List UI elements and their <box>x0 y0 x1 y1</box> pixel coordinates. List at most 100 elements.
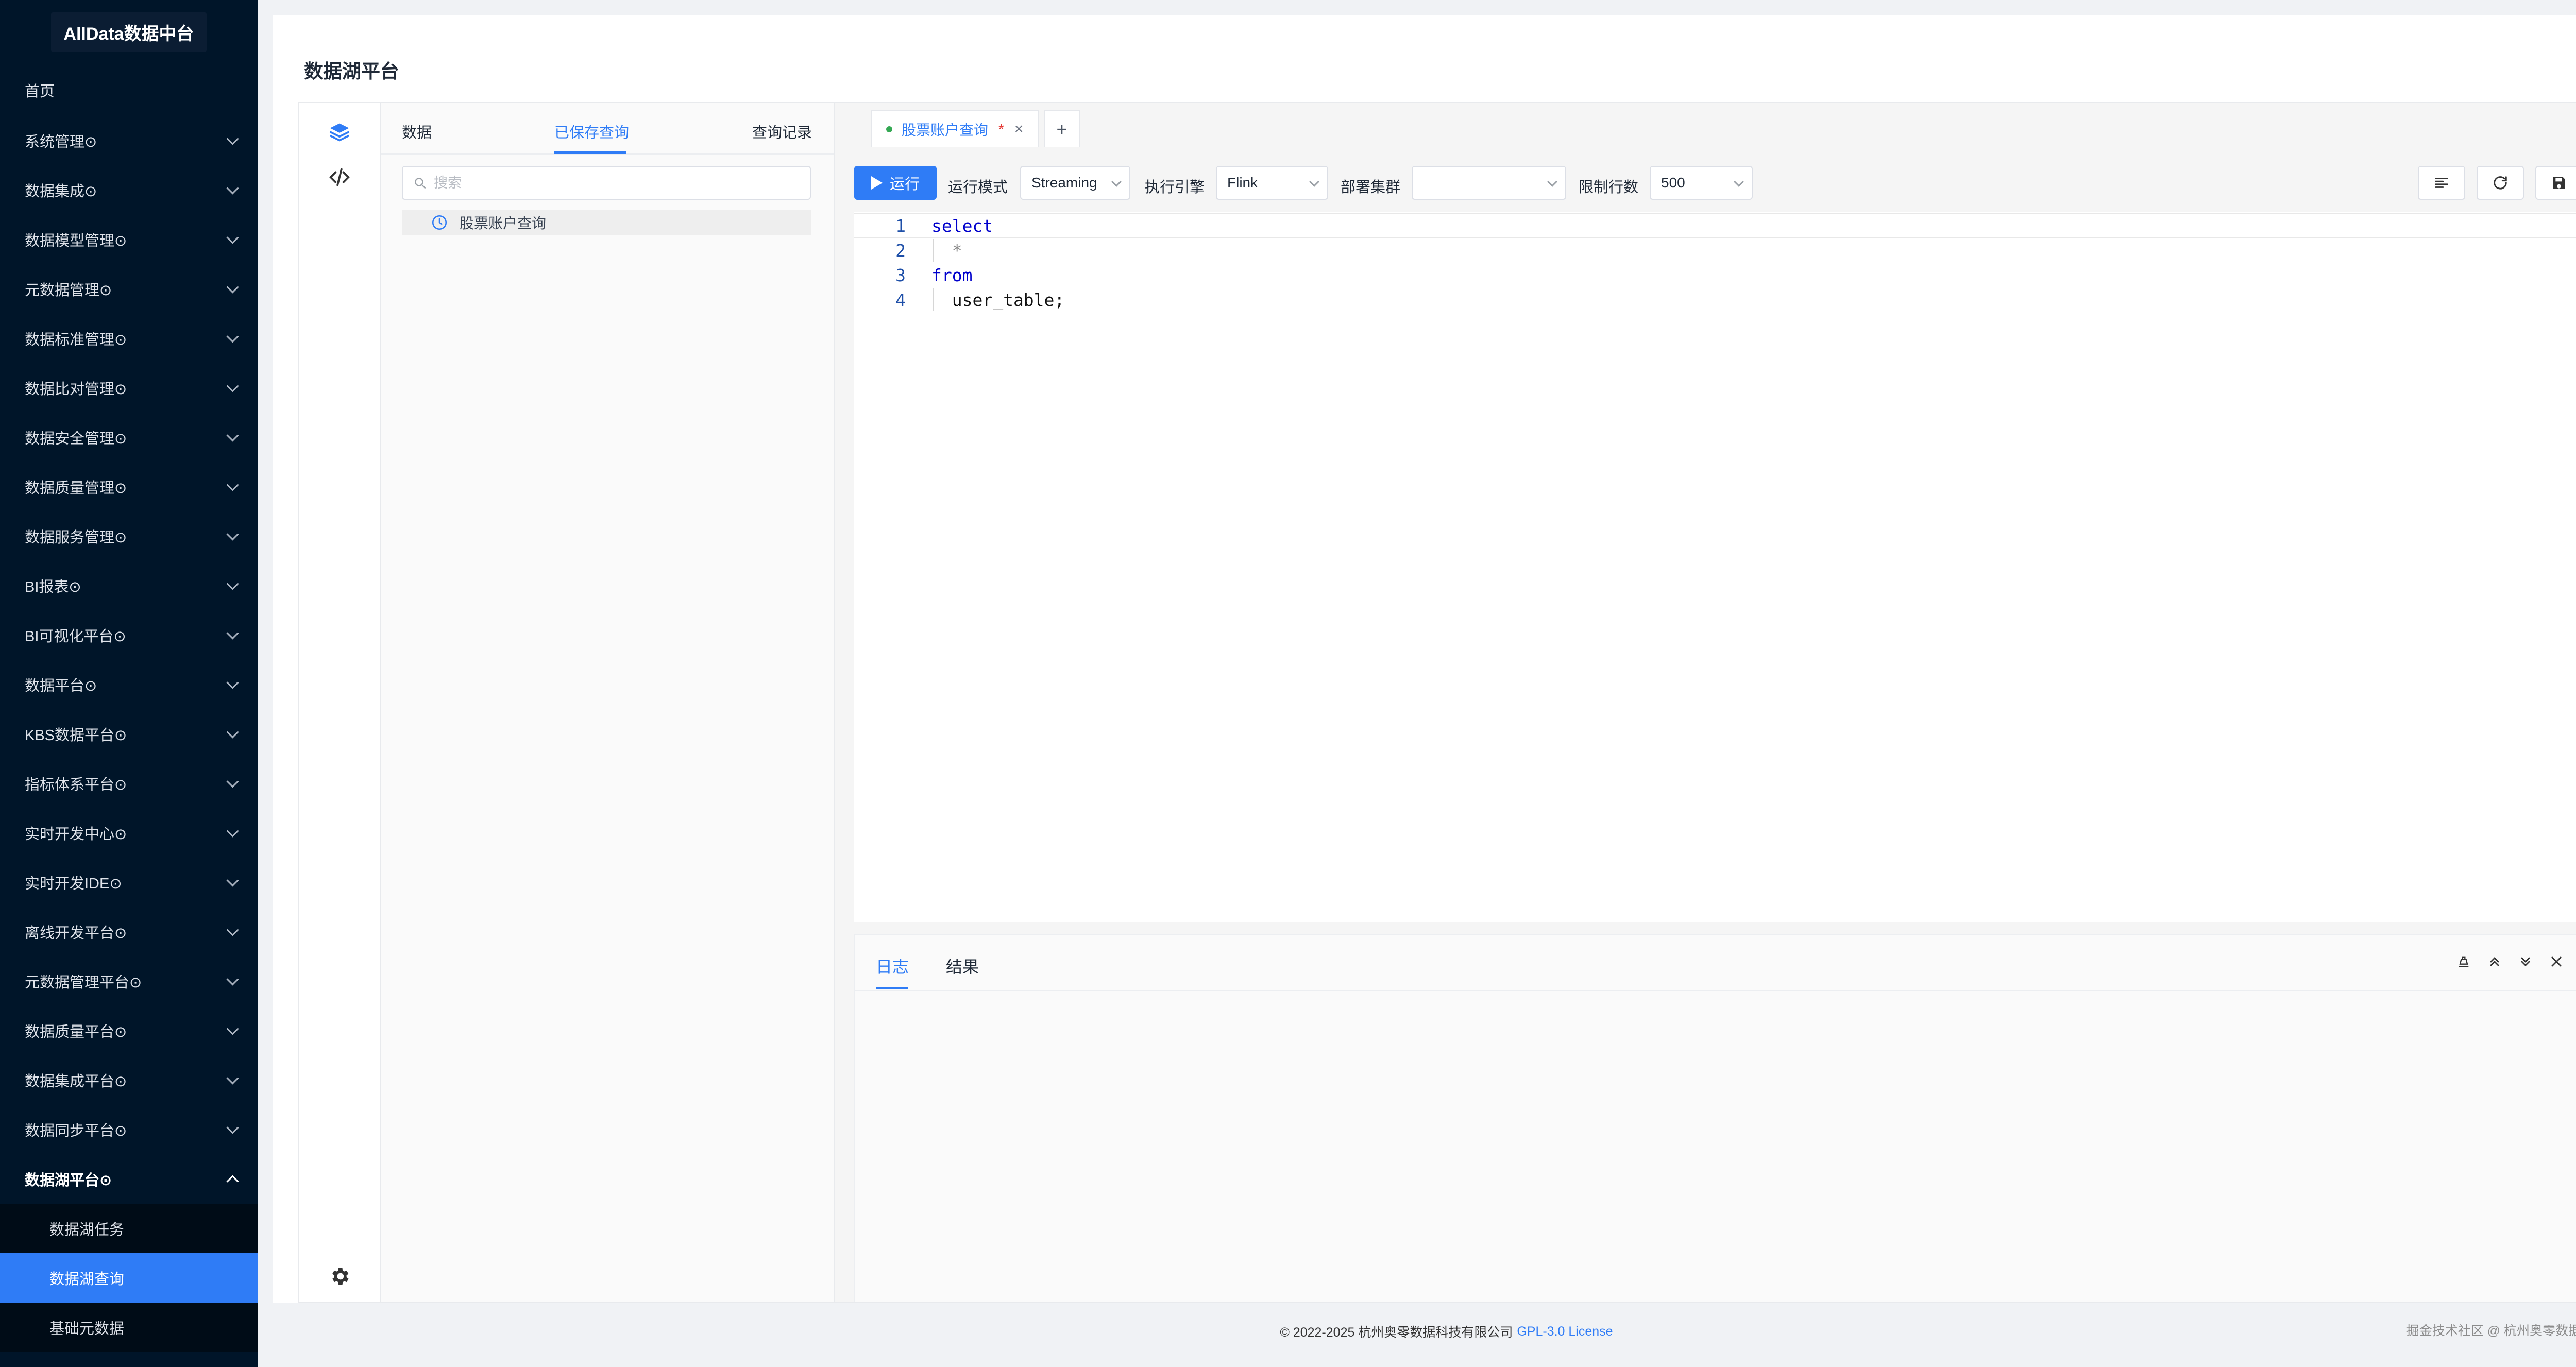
sidebar-item[interactable]: 数据比对管理⊙ <box>0 363 258 413</box>
output-panel: 日志 结果 <box>854 934 2576 1302</box>
chevron-down-icon <box>226 231 239 244</box>
search-input[interactable] <box>433 174 795 192</box>
sidebar-item[interactable]: 数据服务管理⊙ <box>0 511 258 561</box>
limit-select[interactable]: 500 <box>1650 166 1753 200</box>
chevron-down-icon <box>226 280 239 294</box>
tab-log[interactable]: 日志 <box>876 954 909 978</box>
chevron-down-icon <box>226 379 239 392</box>
sidebar-item[interactable]: 数据安全管理⊙ <box>0 413 258 462</box>
footer: © 2022-2025 杭州奥零数据科技有限公司 GPL-3.0 License <box>273 1308 2576 1355</box>
clear-log-icon[interactable] <box>2454 952 2473 971</box>
main-card: 数据湖平台 数据 已保存查询 查询记录 搜索 股票账户查询 股票账户查询 * ×… <box>273 15 2576 1303</box>
minimize-down-icon[interactable] <box>2516 952 2535 971</box>
sidebar-item-label: BI报表⊙ <box>25 579 81 595</box>
sidebar-item-label: 数据质量管理⊙ <box>25 480 127 497</box>
sidebar-item[interactable]: BI报表⊙ <box>0 561 258 610</box>
tab-result[interactable]: 结果 <box>946 954 979 978</box>
sidebar-item[interactable]: BI可视化平台⊙ <box>0 610 258 660</box>
sidebar-item[interactable]: 元数据管理⊙ <box>0 264 258 314</box>
chevron-down-icon <box>226 330 239 343</box>
sidebar-item-home[interactable]: 首页 <box>0 64 258 116</box>
query-workspace: 数据 已保存查询 查询记录 股票账户查询 股票账户查询 * × <box>298 102 2576 1303</box>
chevron-down-icon <box>226 478 239 491</box>
saved-query-item[interactable]: 股票账户查询 <box>402 210 811 235</box>
chevron-down-icon <box>1734 177 1744 187</box>
chevron-down-icon <box>226 1121 239 1134</box>
sidebar-item[interactable]: 指标体系平台⊙ <box>0 759 258 808</box>
sidebar-item[interactable]: 实时开发中心⊙ <box>0 808 258 858</box>
sidebar-item[interactable]: 系统管理⊙ <box>0 116 258 165</box>
sidebar-item-label: 数据安全管理⊙ <box>25 431 127 447</box>
tab-query-history[interactable]: 查询记录 <box>752 121 812 142</box>
mode-select[interactable]: Streaming <box>1020 166 1130 200</box>
sidebar-subitem[interactable]: 数据湖查询 <box>0 1253 258 1303</box>
status-dot <box>886 126 892 132</box>
copyright-text: © 2022-2025 杭州奥零数据科技有限公司 <box>1280 1325 1513 1340</box>
cluster-select[interactable] <box>1412 166 1566 200</box>
chevron-down-icon <box>226 923 239 936</box>
editor-tab-label: 股票账户查询 <box>902 122 989 138</box>
sidebar-item[interactable]: KBS数据平台⊙ <box>0 709 258 759</box>
chevron-down-icon <box>226 874 239 887</box>
maximize-up-icon[interactable] <box>2485 952 2504 971</box>
close-tab-icon[interactable]: × <box>1014 121 1024 138</box>
engine-select[interactable]: Flink <box>1216 166 1328 200</box>
play-icon <box>871 176 883 190</box>
logo-text: AllData数据中台 <box>63 24 194 44</box>
sidebar-item-label: 元数据管理⊙ <box>25 282 112 299</box>
sidebar-item[interactable]: 数据模型管理⊙ <box>0 215 258 264</box>
query-side-panel: 数据 已保存查询 查询记录 股票账户查询 <box>381 103 835 1302</box>
code-text: * <box>931 240 962 261</box>
editor-tab-active[interactable]: 股票账户查询 * × <box>871 110 1039 147</box>
refresh-button[interactable] <box>2477 166 2524 200</box>
format-button[interactable] <box>2418 166 2465 200</box>
sidebar-item[interactable]: 数据集成⊙ <box>0 165 258 215</box>
save-button[interactable] <box>2535 166 2576 200</box>
settings-gear-icon[interactable] <box>326 1263 353 1290</box>
layers-icon[interactable] <box>326 118 353 145</box>
chevron-down-icon <box>1309 177 1319 187</box>
chevron-down-icon <box>226 1022 239 1035</box>
sidebar-item-label: 数据服务管理⊙ <box>25 529 127 546</box>
chevron-down-icon <box>226 725 239 739</box>
close-icon[interactable] <box>2547 952 2566 971</box>
sidebar-item-label: KBS数据平台⊙ <box>25 727 127 744</box>
page-title: 数据湖平台 <box>304 61 399 82</box>
sidebar-subitem[interactable]: 数据湖任务 <box>0 1204 258 1253</box>
sidebar-item[interactable]: 离线开发平台⊙ <box>0 907 258 956</box>
sidebar: AllData数据中台 首页 系统管理⊙ 数据集成⊙ 数据模型管理⊙ 元数据管理⊙ 数据… <box>0 0 258 1367</box>
refresh-icon <box>2494 176 2507 190</box>
sidebar-item-label: 数据比对管理⊙ <box>25 381 127 398</box>
chevron-down-icon <box>226 577 239 590</box>
chevron-down-icon <box>226 972 239 986</box>
editor-toolbar: 运行 运行模式 Streaming 执行引擎 Flink 部署集群 限制行数 5… <box>854 166 2576 202</box>
chevron-down-icon <box>226 429 239 442</box>
chevron-down-icon <box>226 626 239 640</box>
sidebar-item[interactable]: 元数据管理平台⊙ <box>0 956 258 1006</box>
sidebar-item[interactable]: 数据平台⊙ <box>0 660 258 709</box>
sidebar-item-label: 数据质量平台⊙ <box>25 1024 127 1040</box>
sidebar-subitem[interactable]: 基础元数据 <box>0 1303 258 1352</box>
tab-data[interactable]: 数据 <box>402 121 432 142</box>
sidebar-item[interactable]: 数据质量管理⊙ <box>0 462 258 511</box>
sidebar-item-datalake[interactable]: 数据湖平台⊙ <box>0 1154 258 1204</box>
active-tab-indicator <box>554 151 626 154</box>
footer-watermark: 掘金技术社区 @ 杭州奥零数据科技 <box>2406 1324 2576 1338</box>
sidebar-item[interactable]: 数据同步平台⊙ <box>0 1105 258 1154</box>
sidebar-item[interactable]: 数据集成平台⊙ <box>0 1055 258 1105</box>
tab-saved-queries[interactable]: 已保存查询 <box>554 121 629 142</box>
add-tab-button[interactable]: + <box>1044 110 1080 147</box>
license-link[interactable]: GPL-3.0 License <box>1517 1324 1613 1339</box>
sql-code-editor[interactable]: 1 select 2 * 3 from 4 user_table; <box>854 212 2576 922</box>
sidebar-item-label: 实时开发中心⊙ <box>25 826 127 843</box>
sidebar-item[interactable]: 实时开发IDE⊙ <box>0 858 258 907</box>
code-icon[interactable] <box>326 164 353 191</box>
sidebar-item[interactable]: 数据质量平台⊙ <box>0 1006 258 1055</box>
chevron-down-icon <box>226 527 239 541</box>
sidebar-item[interactable]: 数据标准管理⊙ <box>0 314 258 363</box>
sidebar-item-label: 数据模型管理⊙ <box>25 233 127 249</box>
limit-label: 限制行数 <box>1579 179 1639 196</box>
run-button[interactable]: 运行 <box>854 166 937 200</box>
output-tabs: 日志 结果 <box>855 935 2576 991</box>
editor-tabs: 股票账户查询 * × + <box>835 103 2576 155</box>
